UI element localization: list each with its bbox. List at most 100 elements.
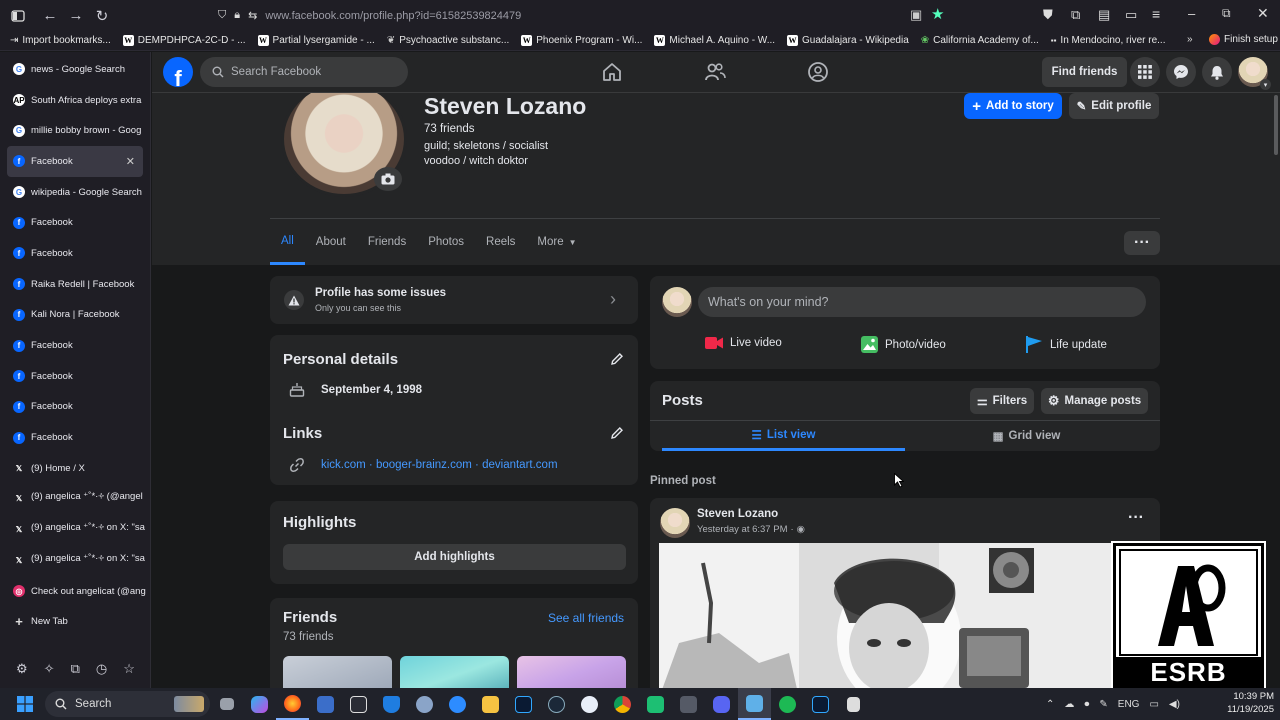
word-icon[interactable] [573, 688, 606, 720]
post-options-icon[interactable]: ··· [1128, 509, 1144, 527]
filters-button[interactable]: ⚌ Filters [970, 388, 1034, 414]
post-author-name[interactable]: Steven Lozano [697, 508, 778, 520]
edit-pencil-icon[interactable] [610, 426, 626, 442]
defender-icon[interactable] [375, 688, 408, 720]
browser-tab[interactable]: Gnews - Google Search [0, 54, 150, 85]
friend-thumbnail[interactable] [400, 656, 509, 688]
volume-icon[interactable]: ◀) [1169, 699, 1180, 710]
friend-thumbnail[interactable] [283, 656, 392, 688]
app-icon[interactable] [672, 688, 705, 720]
language-indicator[interactable]: ENG [1118, 699, 1140, 710]
back-icon[interactable]: ← [37, 3, 63, 29]
browser-tab[interactable]: f Facebook [0, 207, 150, 238]
browser-tab[interactable]: f Raika Redell | Facebook [0, 269, 150, 300]
spotify-icon[interactable] [771, 688, 804, 720]
reader-icon[interactable]: ▣ [910, 7, 922, 23]
scrollbar-thumb[interactable] [1274, 95, 1278, 155]
task-view-icon[interactable] [210, 688, 243, 720]
add-highlights-button[interactable]: Add highlights [283, 544, 626, 570]
tab-reels[interactable]: Reels [475, 219, 526, 265]
sidebar-icon[interactable]: ▭ [1125, 7, 1137, 23]
ai-sparkle-icon[interactable]: ✧ [44, 661, 55, 677]
address-bar[interactable]: ⛉ 🔒︎ ⇆ www.facebook.com/profile.php?id=6… [218, 5, 958, 26]
copilot-icon[interactable] [243, 688, 276, 720]
bookmark-item[interactable]: ⇥ Import bookmarks... [4, 35, 117, 46]
steam-icon[interactable] [540, 688, 573, 720]
microphone-icon[interactable]: ⏺ [1084, 699, 1089, 710]
browser-tab[interactable]: 𝕏 (9) Home / X [0, 453, 150, 484]
tab-about[interactable]: About [305, 219, 357, 265]
bookmark-item[interactable]: ▪▪ In Mendocino, river re... [1045, 35, 1172, 46]
bookmark-item[interactable]: W Michael A. Aquino - W... [648, 35, 781, 46]
browser-tab[interactable]: AP South Africa deploys extra [0, 85, 150, 116]
grid-view-tab[interactable]: ▦ Grid view [905, 421, 1148, 451]
notepad-icon[interactable] [738, 688, 771, 720]
post-author-avatar[interactable] [660, 508, 690, 538]
sidebar-toggle-icon[interactable] [5, 3, 31, 29]
post-image[interactable] [659, 543, 1152, 688]
puzzle-icon[interactable]: ⧉ [1071, 7, 1080, 23]
finish-setup-button[interactable]: Finish setup [1203, 34, 1280, 45]
close-window-icon[interactable]: ✕ [1257, 5, 1269, 22]
onedrive-icon[interactable]: ☁ [1064, 699, 1074, 710]
discord-icon[interactable] [705, 688, 738, 720]
firefox-icon[interactable] [276, 688, 309, 720]
browser-tab[interactable]: f Facebook [0, 238, 150, 269]
bookmark-item[interactable]: W Partial lysergamide - ... [252, 35, 381, 46]
add-to-story-button[interactable]: + Add to story [964, 93, 1062, 119]
photoshop-icon[interactable] [804, 688, 837, 720]
browser-tab[interactable]: 𝕏 (9) angelica ⁺˚*·༓ on X: "sa [0, 514, 150, 545]
groups-icon[interactable] [807, 61, 831, 85]
browser-tab[interactable]: f Facebook [0, 330, 150, 361]
bookmark-star-icon[interactable]: ★ [931, 5, 944, 23]
post-timestamp[interactable]: Yesterday at 6:37 PM · ◉ [697, 524, 805, 535]
link-deviantart[interactable]: deviantart.com [482, 459, 557, 471]
stocks-icon[interactable] [342, 688, 375, 720]
more-bookmarks-icon[interactable]: » [1187, 34, 1193, 45]
browser-tab[interactable]: f Facebook [0, 392, 150, 423]
edit-pencil-icon[interactable] [610, 352, 626, 368]
browser-tab[interactable]: ◎ Check out angelicat (@ang [0, 576, 150, 607]
synced-tabs-icon[interactable]: ⧉ [71, 661, 80, 677]
profile-issues-card[interactable]: Profile has some issues Only you can see… [270, 276, 638, 324]
link-kick[interactable]: kick.com [321, 459, 366, 471]
browser-tab[interactable]: 𝕏 (9) angelica ⁺˚*·༓ (@angel [0, 484, 150, 515]
photoshop-icon[interactable] [507, 688, 540, 720]
chevron-up-icon[interactable]: ⌃ [1046, 699, 1054, 710]
reload-icon[interactable]: ↻ [89, 3, 115, 29]
list-view-tab[interactable]: ☰ List view [662, 421, 905, 451]
clock[interactable]: 10:39 PM 11/19/2025 [1214, 690, 1274, 716]
profile-friends-count[interactable]: 73 friends [424, 123, 475, 135]
tab-photos[interactable]: Photos [417, 219, 475, 265]
menu-grid-icon[interactable] [1130, 57, 1160, 87]
friend-thumbnail[interactable] [517, 656, 626, 688]
live-video-button[interactable]: Live video [705, 336, 782, 350]
life-update-button[interactable]: Life update [1026, 336, 1107, 353]
browser-tab[interactable]: 𝕏 (9) angelica ⁺˚*·༓ on X: "sa [0, 545, 150, 576]
forward-icon[interactable]: → [63, 3, 89, 29]
bookmark-item[interactable]: ❀ California Academy of... [915, 35, 1045, 46]
composer-avatar[interactable] [662, 287, 692, 317]
zoom-icon[interactable] [441, 688, 474, 720]
maximize-icon[interactable]: ⧉ [1222, 6, 1231, 21]
friends-icon[interactable] [704, 61, 728, 85]
close-tab-icon[interactable]: ✕ [126, 155, 135, 168]
tab-friends[interactable]: Friends [357, 219, 417, 265]
app-icon[interactable] [837, 688, 870, 720]
bookmarks-star-icon[interactable]: ☆ [123, 661, 135, 677]
taskbar-search[interactable]: Search [45, 691, 210, 717]
extension-icon[interactable]: ⛊ [1043, 7, 1053, 23]
menu-icon[interactable]: ≡ [1152, 6, 1160, 22]
file-explorer-icon[interactable] [474, 688, 507, 720]
facebook-search-input[interactable]: Search Facebook [200, 57, 408, 87]
see-all-friends-link[interactable]: See all friends [548, 611, 624, 625]
network-icon[interactable]: ▭ [1149, 699, 1158, 710]
container-icon[interactable]: ▤ [1098, 7, 1110, 23]
browser-tab[interactable]: f Facebook ✕ [7, 146, 143, 177]
settings-icon[interactable] [408, 688, 441, 720]
gear-icon[interactable]: ⚙ [16, 661, 28, 677]
camera-icon[interactable] [374, 167, 402, 191]
find-friends-button[interactable]: Find friends [1042, 57, 1127, 87]
messenger-icon[interactable] [1166, 57, 1196, 87]
bookmark-item[interactable]: W DEMPDHPCA-2C-D - ... [117, 35, 252, 46]
